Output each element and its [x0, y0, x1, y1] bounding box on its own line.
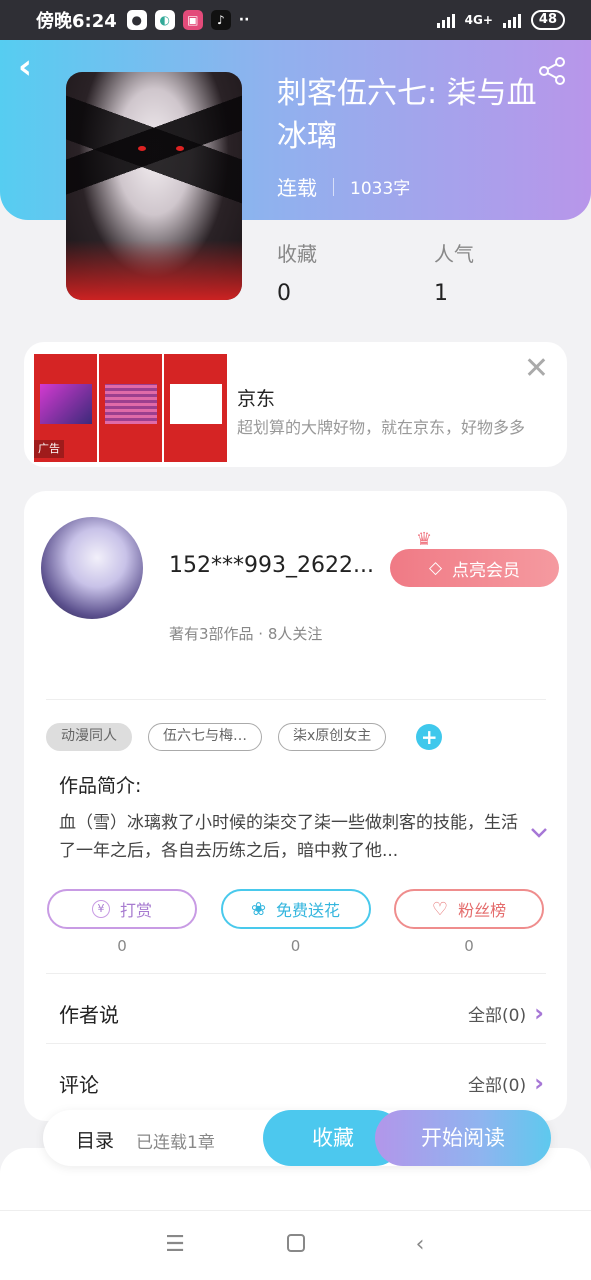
vip-button-label: 点亮会员	[452, 560, 521, 581]
battery-icon: 48	[530, 10, 565, 30]
avatar[interactable]	[41, 517, 143, 619]
author-name[interactable]: 152***993_2622...	[169, 553, 399, 578]
book-title: 刺客伍六七: 柒与血冰璃	[277, 76, 537, 154]
book-cover[interactable]	[66, 72, 242, 300]
fans-ranking-button[interactable]: ♡ 粉丝榜	[394, 889, 544, 929]
chevron-right-icon: ›	[534, 999, 544, 1027]
comments-row[interactable]: 评论 全部(0) ›	[59, 1063, 544, 1103]
toc-button[interactable]: 目录	[76, 1126, 114, 1153]
app-icon: ◐	[154, 10, 175, 30]
chevron-right-icon: ›	[534, 1069, 544, 1097]
toc-subtitle: 已连载1章	[136, 1133, 215, 1153]
book-status: 连载	[277, 176, 317, 200]
add-icon[interactable]: +	[416, 724, 443, 750]
author-says-title: 作者说	[59, 1002, 119, 1027]
popularity-stat: 人气 1	[434, 238, 474, 306]
comments-title: 评论	[59, 1072, 99, 1097]
signal-icon	[436, 12, 455, 28]
bottom-action-bar: 目录 已连载1章 收藏 开始阅读	[43, 1110, 551, 1166]
ad-banner[interactable]: 广告 京东 超划算的大牌好物，就在京东，好物多多 ✕	[24, 342, 567, 467]
send-flower-button[interactable]: ❀ 免费送花	[220, 889, 371, 929]
tip-count: 0	[117, 937, 127, 955]
tag-item[interactable]: 动漫同人	[46, 723, 132, 751]
favorites-stat: 收藏 0	[277, 238, 317, 306]
home-icon[interactable]	[284, 1233, 308, 1257]
diamond-icon: ◇	[428, 558, 443, 578]
ad-brand: 京东	[237, 388, 276, 410]
author-says-row[interactable]: 作者说 全部(0) ›	[59, 993, 544, 1033]
ad-description: 超划算的大牌好物，就在京东，好物多多	[237, 418, 526, 437]
status-time: 傍晚6:24	[36, 11, 117, 32]
share-icon[interactable]	[537, 56, 567, 86]
popularity-label: 人气	[434, 242, 474, 266]
fans-label: 粉丝榜	[458, 901, 507, 920]
favorites-label: 收藏	[277, 242, 317, 266]
flower-icon: ❀	[250, 898, 267, 920]
divider	[46, 973, 546, 974]
author-says-count: 全部(0)	[468, 1005, 527, 1026]
nav-back-icon[interactable]: ‹	[408, 1233, 432, 1257]
divider	[46, 699, 546, 700]
tiktok-icon: ♪	[210, 10, 231, 30]
system-nav-bar: ☰ ‹	[0, 1210, 591, 1280]
back-icon[interactable]: ‹	[18, 50, 52, 86]
menu-icon[interactable]: ☰	[163, 1233, 187, 1257]
popularity-value: 1	[434, 281, 448, 306]
action-buttons: ¥ 打赏 ❀ 免费送花 ♡ 粉丝榜	[47, 889, 544, 929]
yen-icon: ¥	[91, 900, 110, 918]
favorites-value: 0	[277, 281, 291, 306]
book-meta: 连载 1033字	[277, 172, 410, 201]
intro-text: 血（雪）冰璃救了小时候的柒交了柒一些做刺客的技能，生活了一年之后，各自去历练之后…	[59, 813, 518, 861]
chevron-down-icon[interactable]	[528, 821, 550, 843]
word-count: 1033字	[350, 179, 411, 199]
tag-item[interactable]: 柒x原创女主	[278, 723, 387, 751]
shop-icon: ▣	[182, 10, 203, 30]
vip-button[interactable]: ◇ 点亮会员	[390, 549, 559, 587]
flower-label: 免费送花	[276, 901, 341, 920]
tip-label: 打赏	[119, 901, 152, 920]
tip-button[interactable]: ¥ 打赏	[47, 889, 197, 929]
status-bar: 傍晚6:24 ● ◐ ▣ ♪ ·· 4G+ 48	[0, 0, 591, 40]
comments-count: 全部(0)	[468, 1075, 527, 1096]
signal-icon-2	[502, 12, 521, 28]
flower-count: 0	[290, 937, 301, 955]
network-type: 4G+	[464, 13, 493, 27]
baidu-icon: ●	[126, 10, 147, 30]
tag-list: 动漫同人 伍六七与梅… 柒x原创女主 +	[46, 723, 443, 751]
tag-item[interactable]: 伍六七与梅…	[148, 723, 262, 751]
author-stats: 著有3部作品 · 8人关注	[169, 625, 323, 643]
divider	[46, 1043, 546, 1044]
start-reading-button[interactable]: 开始阅读	[375, 1110, 551, 1166]
crown-icon: ♛	[416, 529, 433, 550]
intro-title: 作品简介:	[59, 775, 142, 797]
ad-tag: 广告	[34, 440, 64, 458]
book-detail-card: 152***993_2622... 著有3部作品 · 8人关注 ♛ ◇ 点亮会员…	[24, 491, 567, 1121]
more-notifications-icon: ··	[238, 12, 250, 28]
action-counts: 0 0 0	[47, 937, 544, 955]
fans-count: 0	[464, 937, 474, 955]
user-heart-icon: ♡	[431, 898, 449, 920]
close-icon[interactable]: ✕	[524, 354, 549, 384]
